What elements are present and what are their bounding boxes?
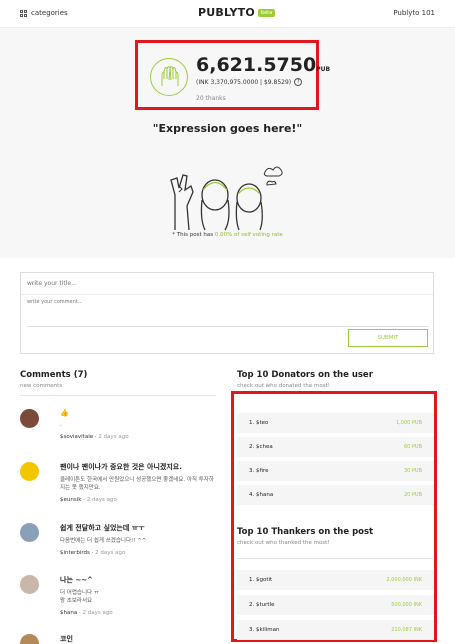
comment-date: 2 days ago — [98, 434, 129, 440]
comment-meta: $soviavitale · 2 days ago — [60, 434, 129, 440]
grid-icon — [20, 9, 27, 17]
submit-button[interactable]: SUBMIT — [348, 329, 428, 347]
vote-note-prefix: * This post has — [172, 232, 215, 238]
expression-text: "Expression goes here!" — [152, 122, 303, 135]
donator-value: 1,000 PUB — [395, 420, 422, 426]
comment-form: SUBMIT — [20, 272, 434, 354]
logo[interactable]: PUBLYTO beta — [198, 6, 276, 19]
celebration-illustration-icon — [165, 150, 290, 234]
avatar[interactable] — [20, 409, 39, 428]
categories-label: categories — [31, 9, 68, 17]
amount-value: 6,621.5750 — [196, 54, 317, 76]
comment-title: 나는 ~~^ — [60, 576, 93, 584]
avatar[interactable] — [20, 523, 39, 542]
thankers-divider — [237, 558, 433, 559]
donators-heading: Top 10 Donators on the user — [237, 370, 373, 380]
post-hero: 6,621.5750PUB (INK 3,370,975.0000 | $9.8… — [0, 28, 455, 258]
amount-unit: PUB — [316, 66, 331, 73]
comments-header: Comments (7) new comments — [20, 370, 87, 389]
donator-name: 1. $teo — [249, 420, 269, 426]
comment-text: 더 어렵습니다 ㅠ 왕 초보라서요 — [60, 590, 99, 604]
vote-note: * This post has 0.00% of self voting rat… — [0, 232, 455, 238]
thanker-row[interactable]: 3. $kiliman 210,087 INK — [237, 620, 434, 640]
donators-subheading: check out who donated the most! — [237, 383, 330, 389]
high-five-icon — [150, 58, 188, 96]
comment-author[interactable]: $soviavitale — [60, 434, 93, 440]
donator-row[interactable]: 3. $fire 30 PUB — [237, 461, 434, 481]
comment-author[interactable]: $hana — [60, 610, 77, 616]
help-icon[interactable]: ? — [294, 78, 303, 86]
comment-text: 클레이튼도 한국에서 만원었으니 성공했으면 좋겠네요. 아직 투자하지는 못 … — [60, 477, 214, 491]
categories-menu[interactable]: categories — [20, 9, 68, 17]
thanker-row[interactable]: 1. $gotit 2,000,000 INK — [237, 570, 434, 590]
thankers-header: Top 10 Thankers on the post check out wh… — [237, 527, 373, 546]
comment-author[interactable]: $eunsik — [60, 497, 81, 503]
beta-badge: beta — [257, 8, 276, 17]
comment-meta: $eunsik · 2 days ago — [60, 497, 117, 503]
donator-row[interactable]: 1. $teo 1,000 PUB — [237, 413, 434, 433]
ink-value: (INK 3,370,975.0000 | $9.8529) — [196, 78, 292, 86]
donator-row[interactable]: 4. $hana 20 PUB — [237, 485, 434, 505]
comment-text: . — [60, 422, 62, 428]
logo-text: PUBLYTO — [198, 6, 255, 19]
donator-value: 60 PUB — [403, 444, 422, 450]
donator-value: 20 PUB — [403, 492, 422, 498]
thankers-subheading: check out who thanked the most! — [237, 540, 330, 546]
donator-value: 30 PUB — [403, 468, 422, 474]
thanks-count: 20 thanks — [196, 95, 226, 102]
account-name[interactable]: Publyto 101 — [393, 9, 435, 17]
thanker-row[interactable]: 2. $turtle 500,000 INK — [237, 595, 434, 615]
title-input[interactable] — [21, 273, 433, 295]
thanker-name: 2. $turtle — [249, 602, 275, 608]
comment-date: 2 days ago — [82, 610, 113, 616]
donators-header: Top 10 Donators on the user check out wh… — [237, 370, 373, 389]
donator-name: 2. $chea — [249, 444, 273, 450]
comment-title: 팬이나 팬이나가 중요한 것은 아니겠지요. — [60, 463, 182, 471]
top-bar: categories PUBLYTO beta Publyto 101 — [0, 0, 455, 28]
comment-date: 2 days ago — [95, 550, 126, 556]
ink-line: (INK 3,370,975.0000 | $9.8529) ? — [196, 78, 303, 86]
donator-name: 4. $hana — [249, 492, 274, 498]
comment-title: 👍 — [60, 409, 69, 417]
comment-input[interactable] — [27, 295, 429, 327]
avatar[interactable] — [20, 462, 39, 481]
thanker-value: 500,000 INK — [391, 602, 422, 608]
thanker-value: 2,000,000 INK — [386, 577, 422, 583]
comment-title: 쉽게 전달하고 싶었는데 ㅠㅜ — [60, 524, 145, 532]
comment-meta: $interbirds · 2 days ago — [60, 550, 126, 556]
comments-divider — [20, 395, 216, 396]
comment-text: 다음번에는 더 쉽게 쓰겠습니다!! ^^ — [60, 538, 147, 544]
comments-subheading: new comments — [20, 383, 63, 389]
thanker-value: 210,087 INK — [391, 627, 422, 633]
comment-date: 2 days ago — [86, 497, 117, 503]
thanker-name: 3. $kiliman — [249, 627, 280, 633]
avatar[interactable] — [20, 634, 39, 644]
thankers-heading: Top 10 Thankers on the post — [237, 527, 374, 537]
pub-amount: 6,621.5750PUB — [196, 54, 330, 76]
vote-rate: 0.00% of self voting rate — [214, 232, 283, 238]
avatar[interactable] — [20, 575, 39, 594]
comments-heading: Comments (7) — [20, 370, 88, 380]
thanker-name: 1. $gotit — [249, 577, 273, 583]
donator-row[interactable]: 2. $chea 60 PUB — [237, 437, 434, 457]
donator-name: 3. $fire — [249, 468, 269, 474]
comment-meta: $hana · 2 days ago — [60, 610, 113, 616]
comment-title: 코인 — [60, 635, 73, 643]
comment-author[interactable]: $interbirds — [60, 550, 90, 556]
